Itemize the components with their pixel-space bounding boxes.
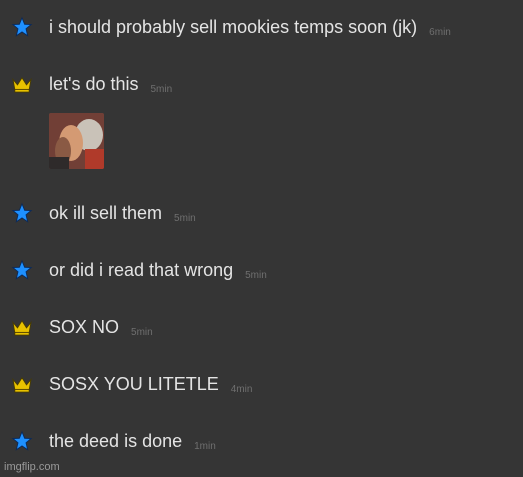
message-text: or did i read that wrong 5min <box>49 260 267 281</box>
message-timestamp: 5min <box>150 84 173 95</box>
chat-message: i should probably sell mookies temps soo… <box>0 11 523 41</box>
chat-log: i should probably sell mookies temps soo… <box>0 0 523 477</box>
chat-message: SOX NO 5min <box>0 311 523 341</box>
gold-crown-icon <box>10 373 34 395</box>
message-text: SOX NO 5min <box>49 317 153 338</box>
watermark: imgflip.com <box>4 461 60 473</box>
blue-star-icon <box>10 202 34 224</box>
message-text: let's do this 5min <box>49 74 173 95</box>
message-image[interactable] <box>49 113 104 169</box>
chat-message: ok ill sell them 5min <box>0 197 523 227</box>
chat-message: let's do this 5min <box>0 68 523 98</box>
message-timestamp: 6min <box>429 27 451 38</box>
gold-crown-icon <box>10 316 34 338</box>
message-timestamp: 1min <box>194 441 216 452</box>
message-timestamp: 5min <box>131 327 153 338</box>
blue-star-icon <box>10 259 34 281</box>
message-text: SOSX YOU LITETLE 4min <box>49 374 253 395</box>
chat-message: the deed is done 1min <box>0 425 523 455</box>
message-text: ok ill sell them 5min <box>49 203 196 224</box>
blue-star-icon <box>10 16 34 38</box>
message-text: the deed is done 1min <box>49 431 216 452</box>
message-timestamp: 5min <box>174 213 196 224</box>
gold-crown-icon <box>10 73 34 95</box>
chat-message: SOSX YOU LITETLE 4min <box>0 368 523 398</box>
message-text: i should probably sell mookies temps soo… <box>49 17 451 38</box>
chat-message: or did i read that wrong 5min <box>0 254 523 284</box>
message-timestamp: 5min <box>245 270 267 281</box>
blue-star-icon <box>10 430 34 452</box>
message-timestamp: 4min <box>230 384 253 395</box>
